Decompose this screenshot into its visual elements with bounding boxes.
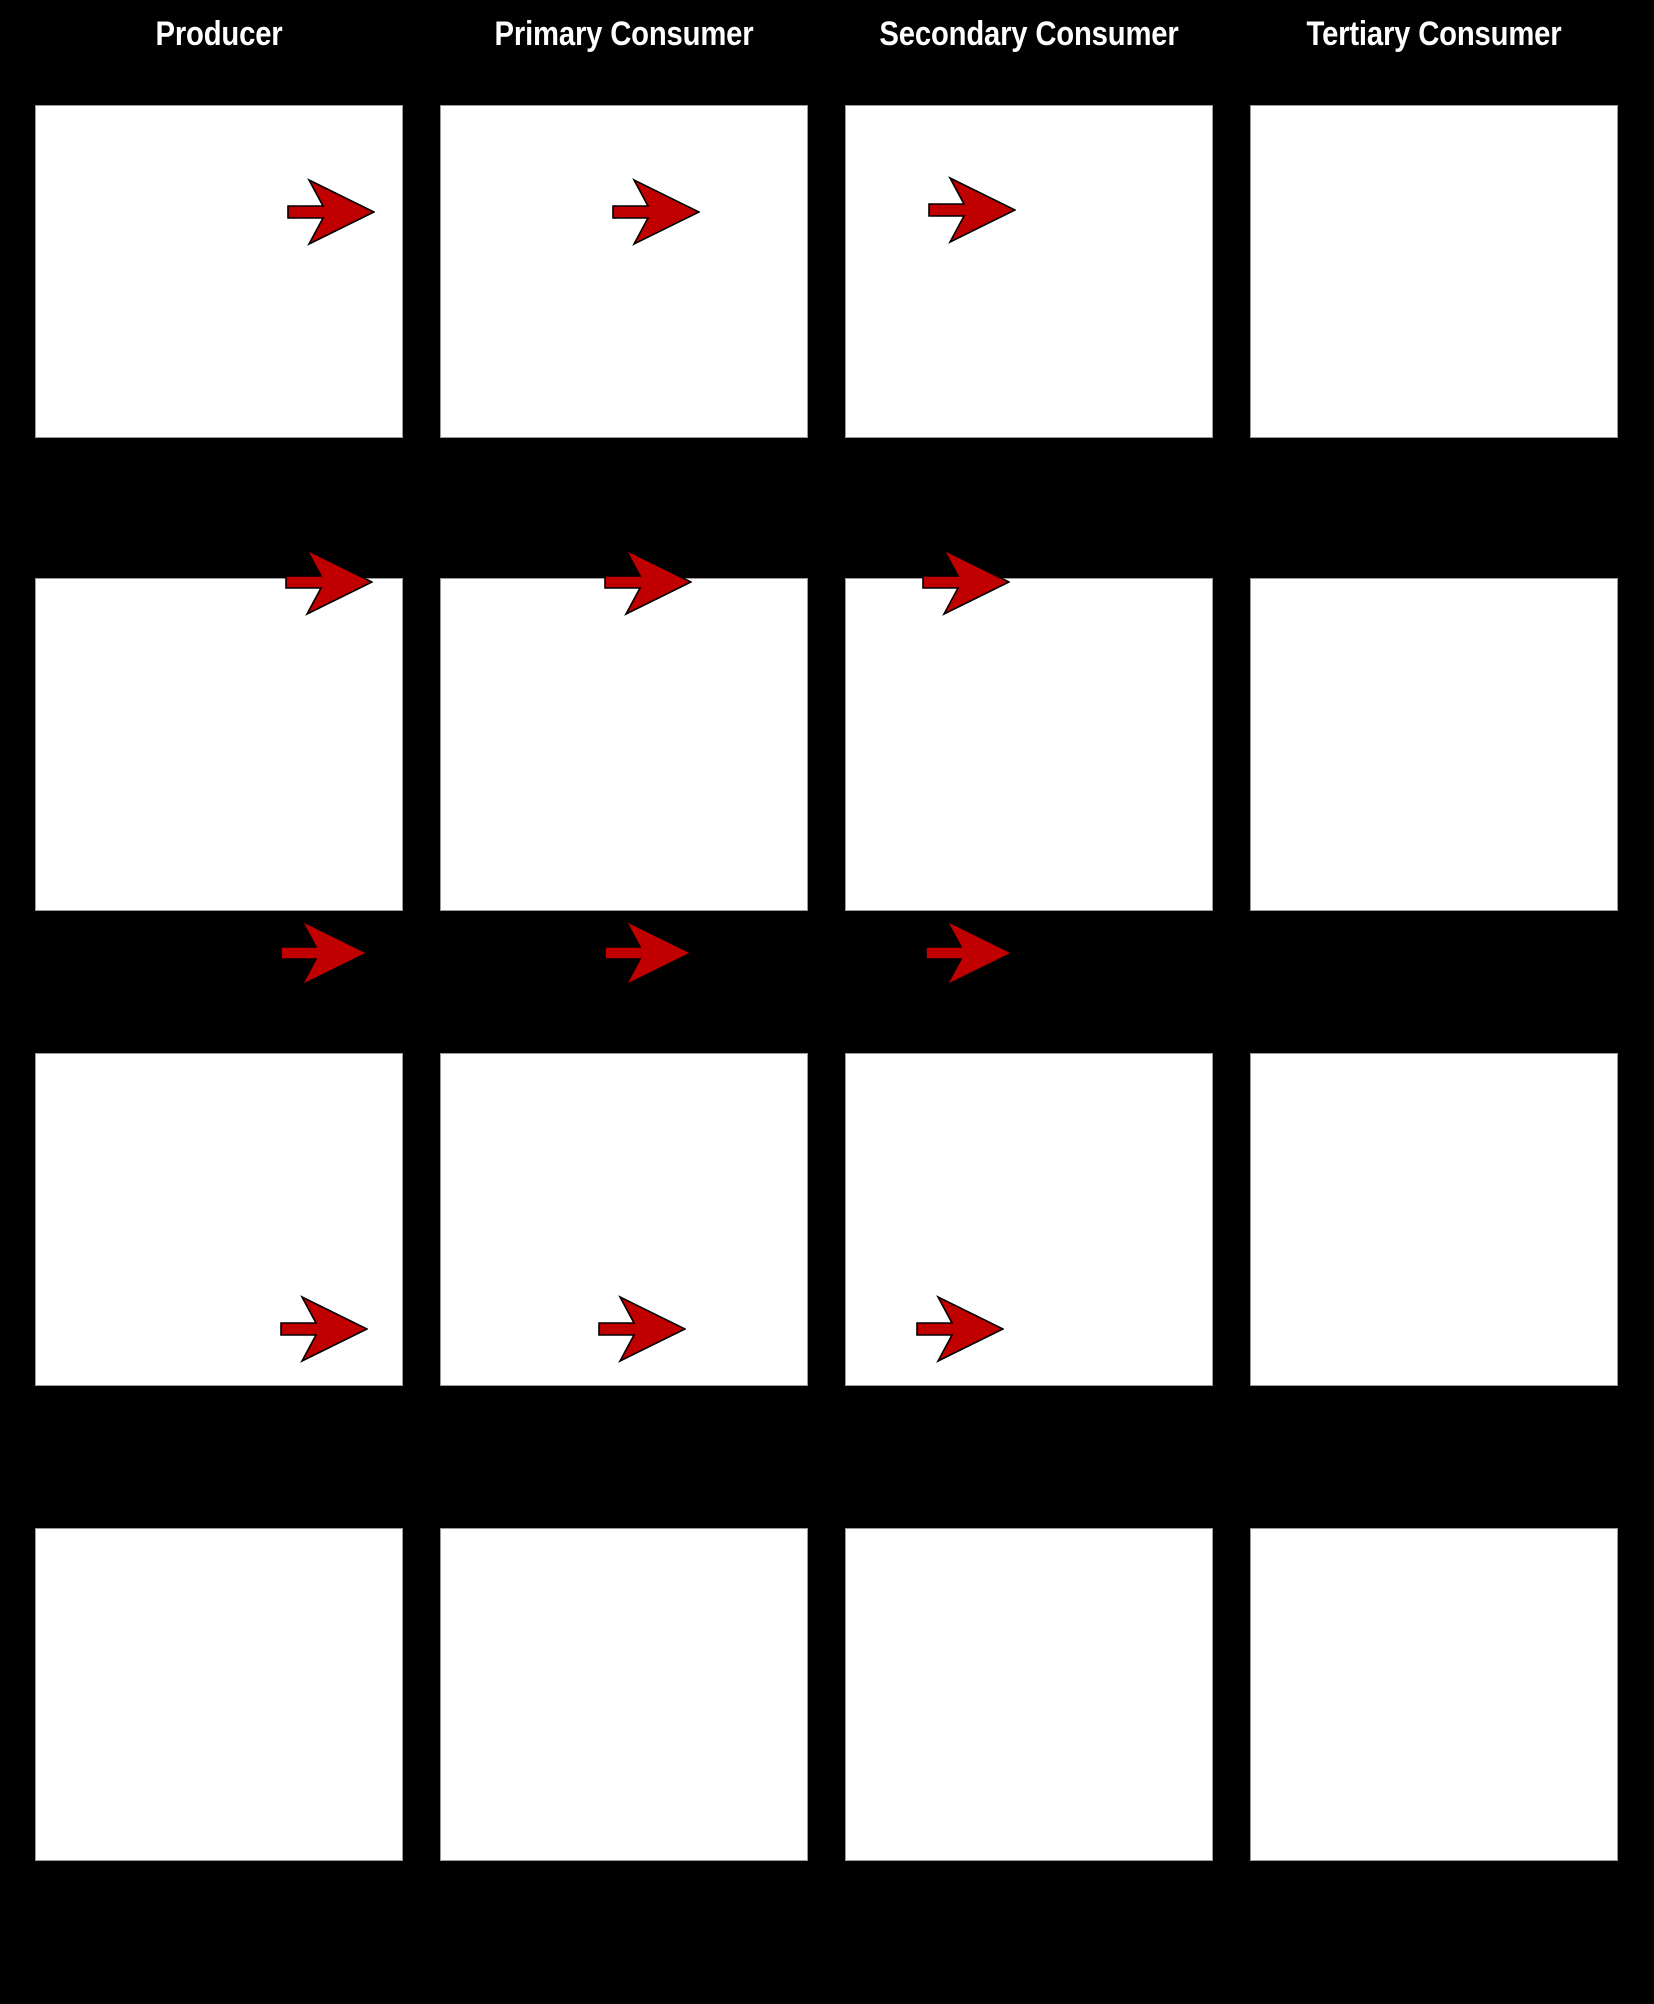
storyboard-cell[interactable]: [845, 1528, 1213, 1861]
storyboard-cell[interactable]: [845, 105, 1213, 438]
right-arrow-shape: [925, 919, 1013, 987]
right-arrow-shape: [280, 919, 368, 987]
right-arrow-icon: [925, 917, 1013, 989]
storyboard-cell[interactable]: [1250, 1528, 1618, 1861]
column-header-producer: Producer: [61, 8, 377, 60]
storyboard-cell[interactable]: [1250, 105, 1618, 438]
column-header-primary-consumer: Primary Consumer: [466, 8, 782, 60]
storyboard-cell[interactable]: [845, 578, 1213, 911]
column-header-label: Producer: [155, 15, 283, 53]
storyboard-cell[interactable]: [35, 1528, 403, 1861]
right-arrow-shape: [604, 919, 692, 987]
right-arrow-icon: [280, 917, 368, 989]
column-header-label: Tertiary Consumer: [1306, 15, 1562, 53]
storyboard-cell[interactable]: [440, 105, 808, 438]
storyboard-cell[interactable]: [35, 578, 403, 911]
column-header-label: Secondary Consumer: [879, 15, 1179, 53]
storyboard-cell[interactable]: [1250, 1053, 1618, 1386]
column-header-label: Primary Consumer: [494, 15, 754, 53]
storyboard-cell[interactable]: [440, 578, 808, 911]
storyboard-cell[interactable]: [1250, 578, 1618, 911]
storyboard-cell[interactable]: [440, 1528, 808, 1861]
storyboard-cell[interactable]: [440, 1053, 808, 1386]
right-arrow-icon: [604, 917, 692, 989]
storyboard-cell[interactable]: [35, 105, 403, 438]
column-header-secondary-consumer: Secondary Consumer: [871, 8, 1187, 60]
storyboard-canvas: Producer Primary Consumer Secondary Cons…: [0, 0, 1654, 2004]
storyboard-cell[interactable]: [35, 1053, 403, 1386]
storyboard-cell[interactable]: [845, 1053, 1213, 1386]
column-header-tertiary-consumer: Tertiary Consumer: [1276, 8, 1592, 60]
